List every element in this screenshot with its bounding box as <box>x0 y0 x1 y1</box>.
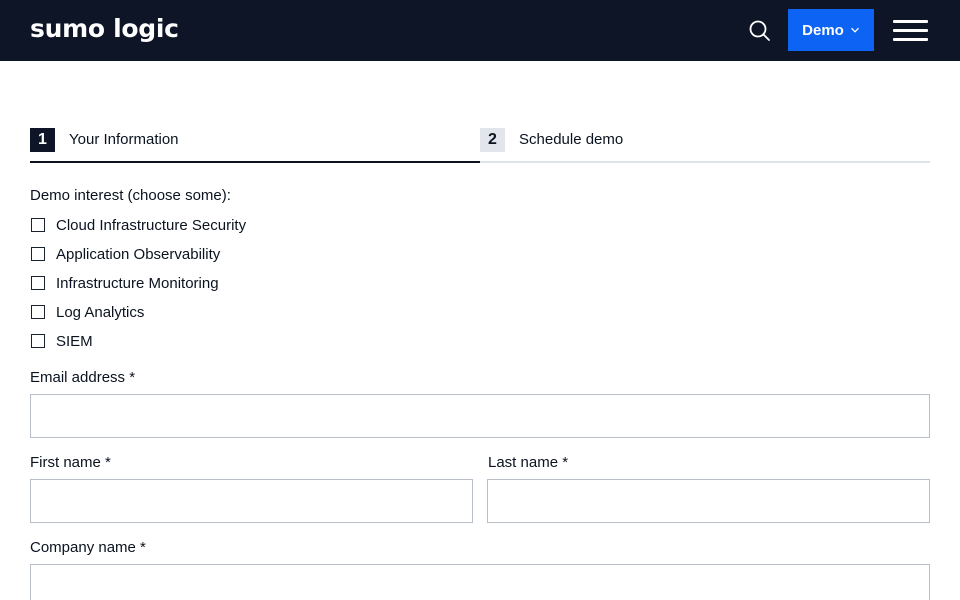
interest-option-cloud-infrastructure-security[interactable]: Cloud Infrastructure Security <box>30 215 246 235</box>
top-navigation-bar: sumo logic Demo <box>0 0 960 61</box>
hamburger-menu-icon[interactable] <box>893 20 928 41</box>
checkbox[interactable] <box>31 276 45 290</box>
interest-option-application-observability[interactable]: Application Observability <box>30 244 220 264</box>
step-number-2: 2 <box>480 128 505 152</box>
checkbox[interactable] <box>31 218 45 232</box>
first-name-label: First name * <box>30 454 111 471</box>
step-label-1: Your Information <box>69 131 179 148</box>
checkbox-label: Log Analytics <box>56 303 145 321</box>
first-name-field[interactable] <box>30 479 473 523</box>
form-steps: 1 Your Information 2 Schedule demo <box>30 127 930 163</box>
checkbox-label: Application Observability <box>56 245 221 263</box>
demo-button-label: Demo <box>802 21 844 39</box>
last-name-label: Last name * <box>488 454 569 471</box>
checkbox[interactable] <box>31 334 45 348</box>
step-your-information[interactable]: 1 Your Information <box>30 127 480 163</box>
sumo-logic-logo[interactable]: sumo logic <box>30 13 179 45</box>
step-label-2: Schedule demo <box>519 131 624 148</box>
chevron-down-icon <box>850 27 859 33</box>
checkbox-label: Cloud Infrastructure Security <box>56 216 247 234</box>
checkbox-label: SIEM <box>56 332 93 350</box>
step-number-1: 1 <box>30 128 55 152</box>
checkbox-label: Infrastructure Monitoring <box>56 274 219 292</box>
email-label: Email address * <box>30 369 136 386</box>
company-name-label: Company name * <box>30 539 146 556</box>
demo-button[interactable]: Demo <box>788 9 874 51</box>
step-schedule-demo[interactable]: 2 Schedule demo <box>480 127 930 163</box>
demo-interest-label: Demo interest (choose some): <box>30 187 231 204</box>
email-field[interactable] <box>30 394 930 438</box>
interest-option-siem[interactable]: SIEM <box>30 331 93 351</box>
interest-option-infrastructure-monitoring[interactable]: Infrastructure Monitoring <box>30 273 219 293</box>
interest-option-log-analytics[interactable]: Log Analytics <box>30 302 144 322</box>
checkbox[interactable] <box>31 247 45 261</box>
company-name-field[interactable] <box>30 564 930 600</box>
search-button[interactable] <box>746 17 774 45</box>
search-icon <box>749 20 770 41</box>
last-name-field[interactable] <box>487 479 930 523</box>
checkbox[interactable] <box>31 305 45 319</box>
